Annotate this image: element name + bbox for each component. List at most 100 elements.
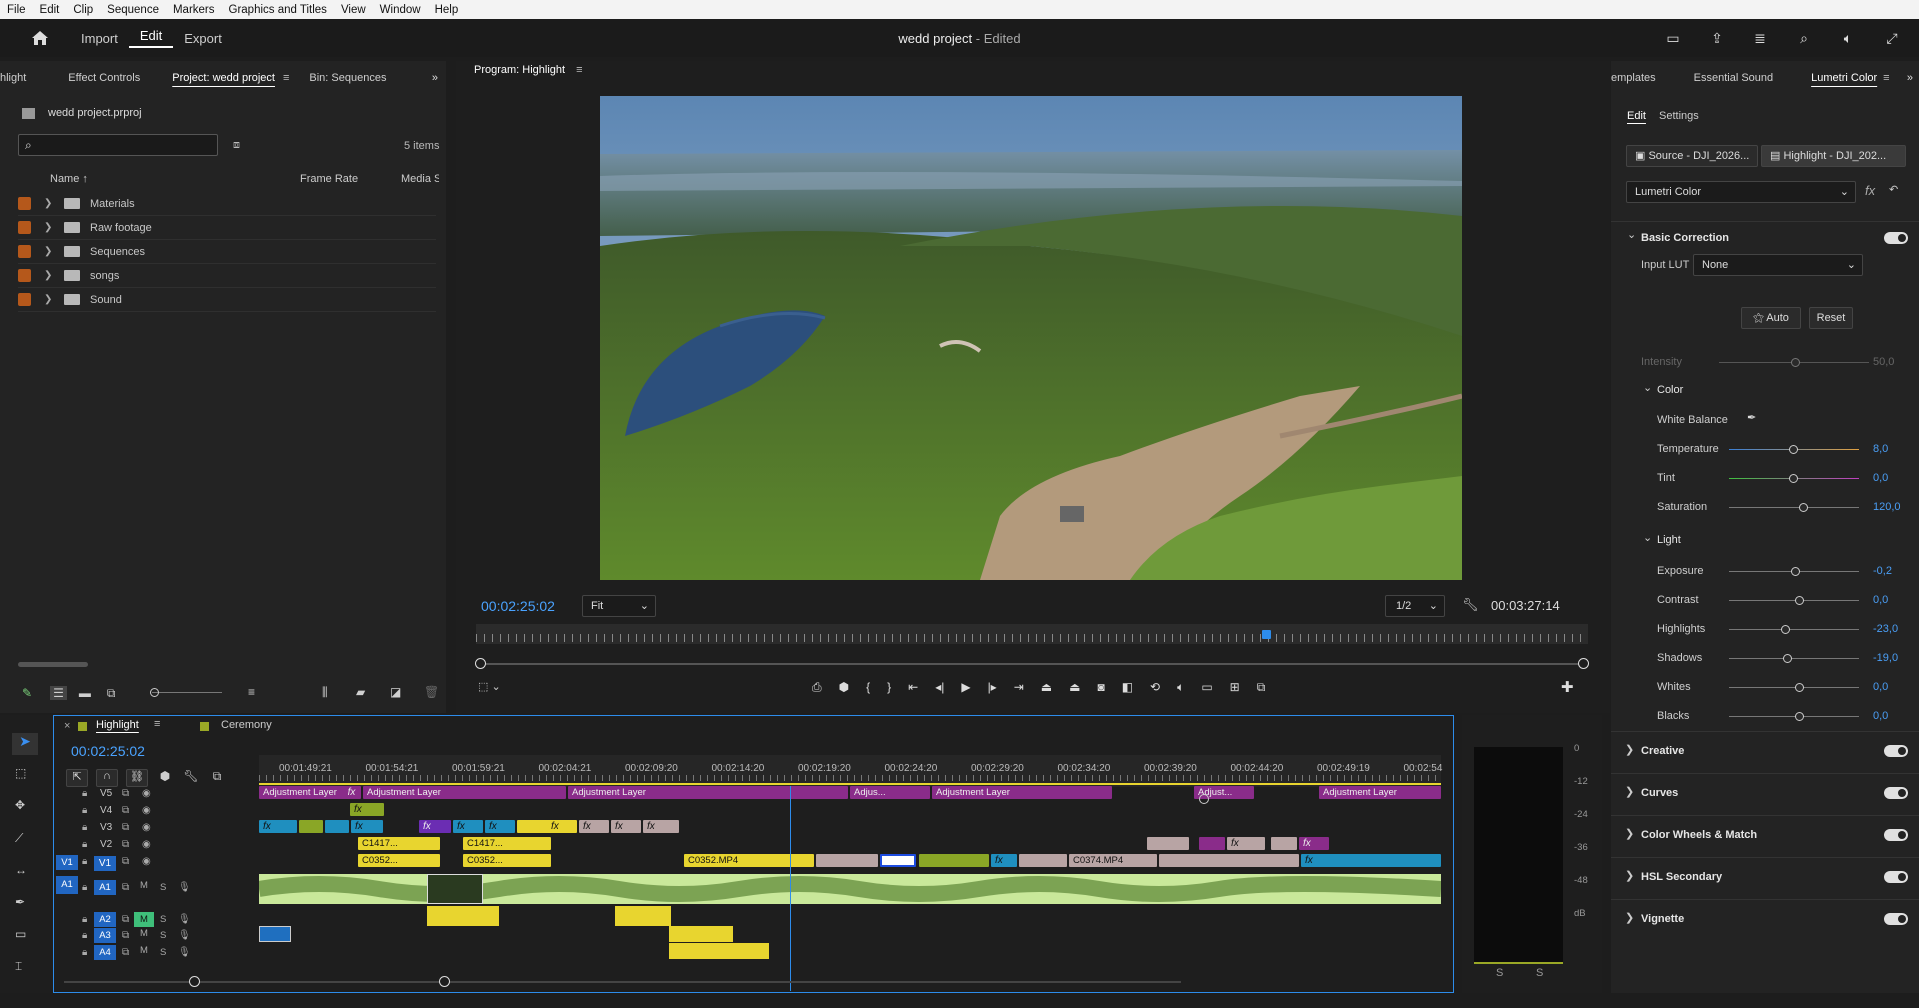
eye-icon[interactable]: ◉ xyxy=(142,856,151,867)
chevron-right-icon[interactable]: ❯ xyxy=(44,198,54,209)
column-frame-rate[interactable]: Frame Rate xyxy=(300,173,358,185)
section-toggle[interactable] xyxy=(1884,871,1908,883)
clip-c1417[interactable]: C1417... xyxy=(358,837,440,850)
clip-v3[interactable]: fx xyxy=(351,820,383,833)
program-timecode[interactable]: 00:02:25:02 xyxy=(481,598,555,614)
sync-lock-icon[interactable]: ⧉ xyxy=(122,930,129,941)
snap-icon[interactable]: ∩ xyxy=(96,769,118,787)
clip-adjustment-layer[interactable]: Adjustment Layer xyxy=(363,786,566,799)
menu-edit[interactable]: Edit xyxy=(33,4,67,16)
mute-button[interactable]: M xyxy=(134,912,154,927)
clip-v1[interactable]: fx xyxy=(991,854,1017,867)
light-slider-value[interactable]: -0,2 xyxy=(1873,565,1892,577)
audio-clip-a3[interactable] xyxy=(259,926,291,942)
list-item[interactable]: ❯ Raw footage xyxy=(18,216,436,240)
clip-c0352[interactable]: C0352... xyxy=(463,854,551,867)
horizontal-scrollbar[interactable] xyxy=(18,662,88,667)
wrench-icon[interactable]: 🔧︎ xyxy=(1462,597,1479,613)
clip-c0374[interactable]: C0374.MP4 xyxy=(1069,854,1157,867)
clip-adjustment-layer[interactable]: Adjustment Layer xyxy=(568,786,848,799)
selection-tool-icon[interactable]: ➤ xyxy=(12,733,38,755)
clip-v1-selected[interactable] xyxy=(880,854,916,867)
play-icon[interactable]: ▶ xyxy=(961,680,970,695)
slider-knob[interactable] xyxy=(1791,567,1800,576)
chevron-right-icon[interactable]: ❯ xyxy=(1625,827,1634,840)
chevron-right-icon[interactable]: ❯ xyxy=(1625,911,1634,924)
expand-panels-icon[interactable]: » xyxy=(1907,72,1913,84)
reset-button[interactable]: Reset xyxy=(1809,307,1853,329)
light-slider-value[interactable]: -19,0 xyxy=(1873,652,1898,664)
clip-v3[interactable]: fx xyxy=(453,820,483,833)
chevron-right-icon[interactable]: ❯ xyxy=(44,222,54,233)
audio-clip-a2[interactable] xyxy=(615,906,671,926)
section-header[interactable]: HSL Secondary xyxy=(1641,871,1722,883)
track-label[interactable]: V2 xyxy=(100,839,112,850)
solo-button[interactable]: S xyxy=(160,914,166,925)
work-area-bar[interactable] xyxy=(259,783,1441,785)
progress-icon[interactable]: ≣ xyxy=(1751,29,1769,47)
menu-sequence[interactable]: Sequence xyxy=(100,4,166,16)
fx-icon[interactable]: fx xyxy=(1865,183,1875,198)
sync-lock-icon[interactable]: ⧉ xyxy=(122,914,129,925)
auto-button[interactable]: ⚝ Auto xyxy=(1741,307,1801,329)
new-search-bin-icon[interactable]: ⧈ xyxy=(233,139,240,152)
fit-dropdown[interactable]: Fit ⌄ xyxy=(582,595,656,617)
clip-c0352[interactable]: C0352... xyxy=(358,854,440,867)
slider-knob[interactable] xyxy=(1795,596,1804,605)
source-patch-v1[interactable]: V1 xyxy=(56,855,78,870)
lock-icon[interactable]: 🔒︎ xyxy=(82,839,87,850)
slip-icon[interactable]: ↔ xyxy=(15,863,27,877)
list-item[interactable]: ❯ Materials xyxy=(18,192,436,216)
extract-icon[interactable]: ⏏ xyxy=(1069,680,1080,695)
source-button[interactable]: ▣ Source - DJI_2026... xyxy=(1626,145,1758,167)
tint-slider[interactable] xyxy=(1729,474,1859,483)
search-icon[interactable]: ⌕ xyxy=(1795,29,1813,47)
section-header[interactable]: Color Wheels & Match xyxy=(1641,829,1757,841)
slider-knob[interactable] xyxy=(1795,712,1804,721)
track-label[interactable]: V4 xyxy=(100,805,112,816)
nest-icon[interactable]: ⇱ xyxy=(66,769,88,787)
zoom-scrollbar[interactable] xyxy=(475,658,1589,669)
camera-icon[interactable]: ◙ xyxy=(1097,680,1104,695)
clip-v1[interactable] xyxy=(919,854,989,867)
program-playhead[interactable] xyxy=(1261,630,1271,639)
clip-adjustment-short[interactable]: Adjus... xyxy=(850,786,930,799)
chevron-down-icon[interactable]: ⌄ xyxy=(1643,381,1652,394)
pen-icon[interactable]: ✒ xyxy=(15,895,25,909)
go-to-in-icon[interactable]: ⇤ xyxy=(908,680,918,695)
basic-correction-header[interactable]: Basic Correction xyxy=(1641,232,1729,244)
temperature-slider[interactable] xyxy=(1729,445,1859,454)
workspace-icon[interactable]: ▭ xyxy=(1664,29,1682,47)
fullscreen-icon[interactable]: ⤢ xyxy=(1883,29,1901,47)
chevron-right-icon[interactable]: ❯ xyxy=(1625,743,1634,756)
light-slider-value[interactable]: -23,0 xyxy=(1873,623,1898,635)
menu-help[interactable]: Help xyxy=(428,4,466,16)
zoom-slider[interactable] xyxy=(150,688,222,697)
new-bin-icon[interactable]: ▰ xyxy=(356,685,365,699)
razor-icon[interactable]: ⟋ xyxy=(15,831,23,846)
eye-icon[interactable]: ◉ xyxy=(142,805,151,816)
rectangle-icon[interactable]: ▭ xyxy=(15,927,26,941)
chevron-right-icon[interactable]: ❯ xyxy=(44,246,54,257)
sort-icon[interactable]: ≡ xyxy=(248,685,255,699)
tab-essential-sound[interactable]: Essential Sound xyxy=(1668,72,1786,84)
eye-icon[interactable]: ◉ xyxy=(142,839,151,850)
resolution-dropdown[interactable]: 1/2 ⌄ xyxy=(1385,595,1445,617)
track-label[interactable]: A1 xyxy=(94,880,116,895)
program-video-frame[interactable] xyxy=(600,96,1462,580)
mark-in-icon[interactable]: { xyxy=(866,680,870,695)
menu-file[interactable]: File xyxy=(0,4,33,16)
microphone-icon[interactable]: 🎙︎ xyxy=(178,947,191,958)
clip-c1417[interactable]: C1417... xyxy=(463,837,551,850)
pencil-icon[interactable]: ✎ xyxy=(22,686,32,700)
tab-highlight[interactable]: Highlight xyxy=(96,719,139,731)
clip-v3[interactable]: fx xyxy=(485,820,515,833)
panel-menu-icon[interactable]: ≡ xyxy=(154,718,160,730)
section-toggle[interactable] xyxy=(1884,787,1908,799)
mute-button[interactable]: M xyxy=(140,928,148,939)
ripple-edit-icon[interactable]: ✥ xyxy=(15,798,25,812)
column-media-start[interactable]: Media S xyxy=(401,173,439,185)
chevron-down-icon[interactable]: ⌄ xyxy=(1627,228,1636,241)
list-item[interactable]: ❯ Sequences xyxy=(18,240,436,264)
subtab-settings[interactable]: Settings xyxy=(1659,110,1699,122)
